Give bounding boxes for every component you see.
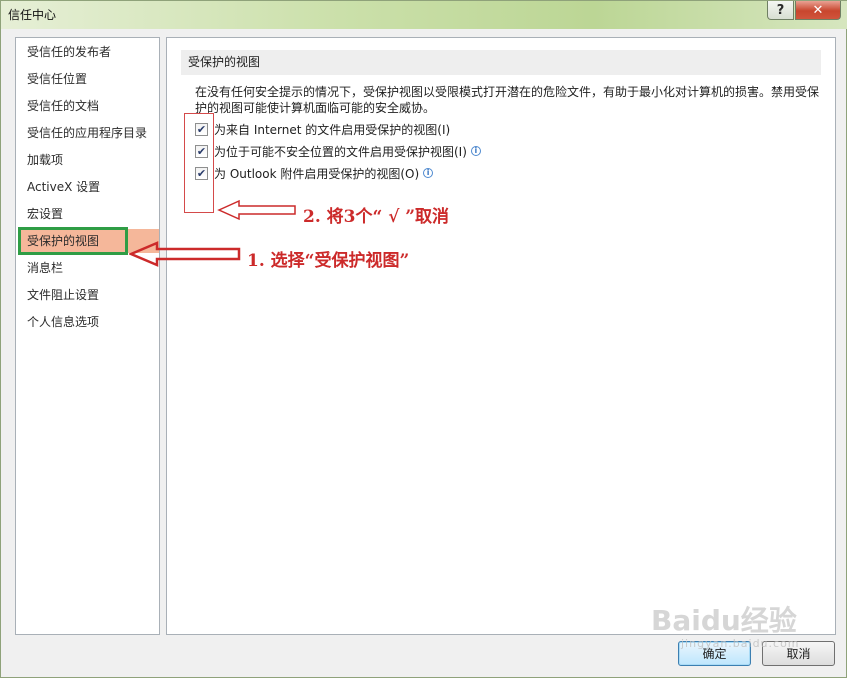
help-button[interactable]: ? — [767, 1, 794, 20]
annotation-sidebar-highlight — [18, 227, 128, 255]
sidebar-item-privacy-options[interactable]: 个人信息选项 — [16, 310, 159, 334]
sidebar-item-file-block-settings[interactable]: 文件阻止设置 — [16, 283, 159, 307]
section-description: 在没有任何安全提示的情况下，受保护视图以受限模式打开潜在的危险文件，有助于最小化… — [195, 85, 820, 115]
annotation-checkbox-highlight — [184, 113, 214, 213]
annotation-step-2: 2. 将3个“ √ ”取消 — [303, 207, 450, 227]
window-title: 信任中心 — [8, 8, 57, 22]
info-icon: i — [423, 168, 434, 178]
settings-panel: 受保护的视图 在没有任何安全提示的情况下，受保护视图以受限模式打开潜在的危险文件… — [166, 37, 836, 635]
category-sidebar: 受信任的发布者 受信任位置 受信任的文档 受信任的应用程序目录 加载项 Acti… — [15, 37, 160, 635]
checkbox-label-unsafe-locations[interactable]: 为位于可能不安全位置的文件启用受保护视图(I) — [214, 143, 467, 160]
info-icon: i — [470, 146, 481, 156]
checkbox-row-internet-files[interactable]: ✔ 为来自 Internet 的文件启用受保护的视图(I) — [195, 120, 450, 138]
sidebar-item-trusted-documents[interactable]: 受信任的文档 — [16, 94, 159, 118]
sidebar-item-trusted-publishers[interactable]: 受信任的发布者 — [16, 40, 159, 64]
sidebar-item-trusted-app-catalogs[interactable]: 受信任的应用程序目录 — [16, 121, 159, 145]
watermark-logo: Baidu经验 — [651, 604, 797, 637]
title-bar: 信任中心 ? ✕ — [1, 1, 847, 29]
sidebar-item-macro-settings[interactable]: 宏设置 — [16, 202, 159, 226]
section-title: 受保护的视图 — [181, 50, 821, 75]
trust-center-window: 信任中心 ? ✕ 受信任的发布者 受信任位置 受信任的文档 受信任的应用程序目录… — [0, 0, 847, 678]
watermark-url: jingyan.baidu.com — [681, 637, 800, 650]
annotation-step-1: 1. 选择“受保护视图” — [247, 251, 410, 271]
checkbox-row-outlook-attachments[interactable]: ✔ 为 Outlook 附件启用受保护的视图(O) i — [195, 164, 434, 182]
checkbox-row-unsafe-locations[interactable]: ✔ 为位于可能不安全位置的文件启用受保护视图(I) i — [195, 142, 481, 160]
sidebar-item-add-ins[interactable]: 加载项 — [16, 148, 159, 172]
annotation-arrow-left-icon — [217, 199, 296, 221]
sidebar-item-activex-settings[interactable]: ActiveX 设置 — [16, 175, 159, 199]
annotation-arrow-left-icon — [129, 241, 241, 267]
checkbox-label-outlook-attachments[interactable]: 为 Outlook 附件启用受保护的视图(O) — [214, 165, 419, 182]
checkbox-label-internet-files[interactable]: 为来自 Internet 的文件启用受保护的视图(I) — [214, 121, 450, 138]
close-button[interactable]: ✕ — [795, 1, 841, 20]
sidebar-item-trusted-locations[interactable]: 受信任位置 — [16, 67, 159, 91]
